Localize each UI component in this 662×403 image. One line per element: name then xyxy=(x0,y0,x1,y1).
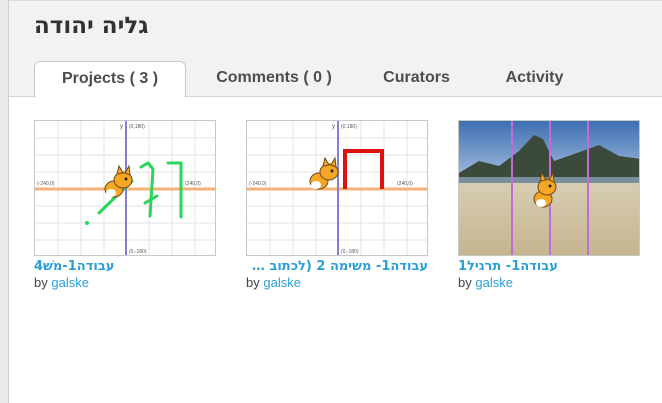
author-link[interactable]: galske xyxy=(51,275,89,290)
project-title-link[interactable]: עבודה1- משימה 2 (לכתוב "חי xyxy=(246,259,428,274)
gallery-header: גליה יהודה Projects ( 3 ) Comments ( 0 )… xyxy=(9,1,662,98)
axis-label-left: (-240,0) xyxy=(249,181,267,187)
project-card: (0,180) (0,-180) (-240,0) (240,0) y עבוד… xyxy=(34,120,216,290)
project-thumbnail[interactable]: (0,180) (0,-180) (-240,0) (240,0) y xyxy=(246,120,428,256)
project-title-link[interactable]: עבודה1-משׁ4 xyxy=(34,259,216,274)
project-byline: by galske xyxy=(458,275,640,290)
axis-label-bottom: (0,-180) xyxy=(129,249,147,255)
tab-activity[interactable]: Activity xyxy=(492,61,577,97)
tab-comments[interactable]: Comments ( 0 ) xyxy=(204,61,344,97)
project-thumbnail[interactable]: (0,180) (0,-180) (-240,0) (240,0) y xyxy=(34,120,216,256)
project-byline: by galske xyxy=(246,275,428,290)
project-title-link[interactable]: עבודה1- תרגיל1 xyxy=(458,259,640,274)
axis-label-top: (0,180) xyxy=(341,124,357,130)
by-label: by xyxy=(246,275,260,290)
project-thumbnail[interactable] xyxy=(458,120,640,256)
cat-sprite-icon xyxy=(104,164,133,198)
author-link[interactable]: galske xyxy=(475,275,513,290)
tab-projects[interactable]: Projects ( 3 ) xyxy=(34,61,186,98)
axis-label-bottom: (0,-180) xyxy=(341,249,359,255)
axis-label-top: (0,180) xyxy=(129,124,145,130)
cat-sprite-icon xyxy=(309,156,339,190)
tab-curators[interactable]: Curators xyxy=(374,61,459,97)
axis-label-y: y xyxy=(332,124,335,130)
by-label: by xyxy=(34,275,48,290)
by-label: by xyxy=(458,275,472,290)
project-card: עבודה1- תרגיל1 by galske xyxy=(458,120,640,290)
axis-label-right: (240,0) xyxy=(397,181,413,187)
author-link[interactable]: galske xyxy=(263,275,301,290)
axis-label-y: y xyxy=(120,124,123,130)
project-card: (0,180) (0,-180) (-240,0) (240,0) y עבוד… xyxy=(246,120,428,290)
gallery-title: גליה יהודה xyxy=(34,13,149,39)
axis-label-right: (240,0) xyxy=(185,181,201,187)
project-byline: by galske xyxy=(34,275,216,290)
gallery-panel: גליה יהודה Projects ( 3 ) Comments ( 0 )… xyxy=(8,0,662,403)
axis-label-left: (-240,0) xyxy=(37,181,55,187)
